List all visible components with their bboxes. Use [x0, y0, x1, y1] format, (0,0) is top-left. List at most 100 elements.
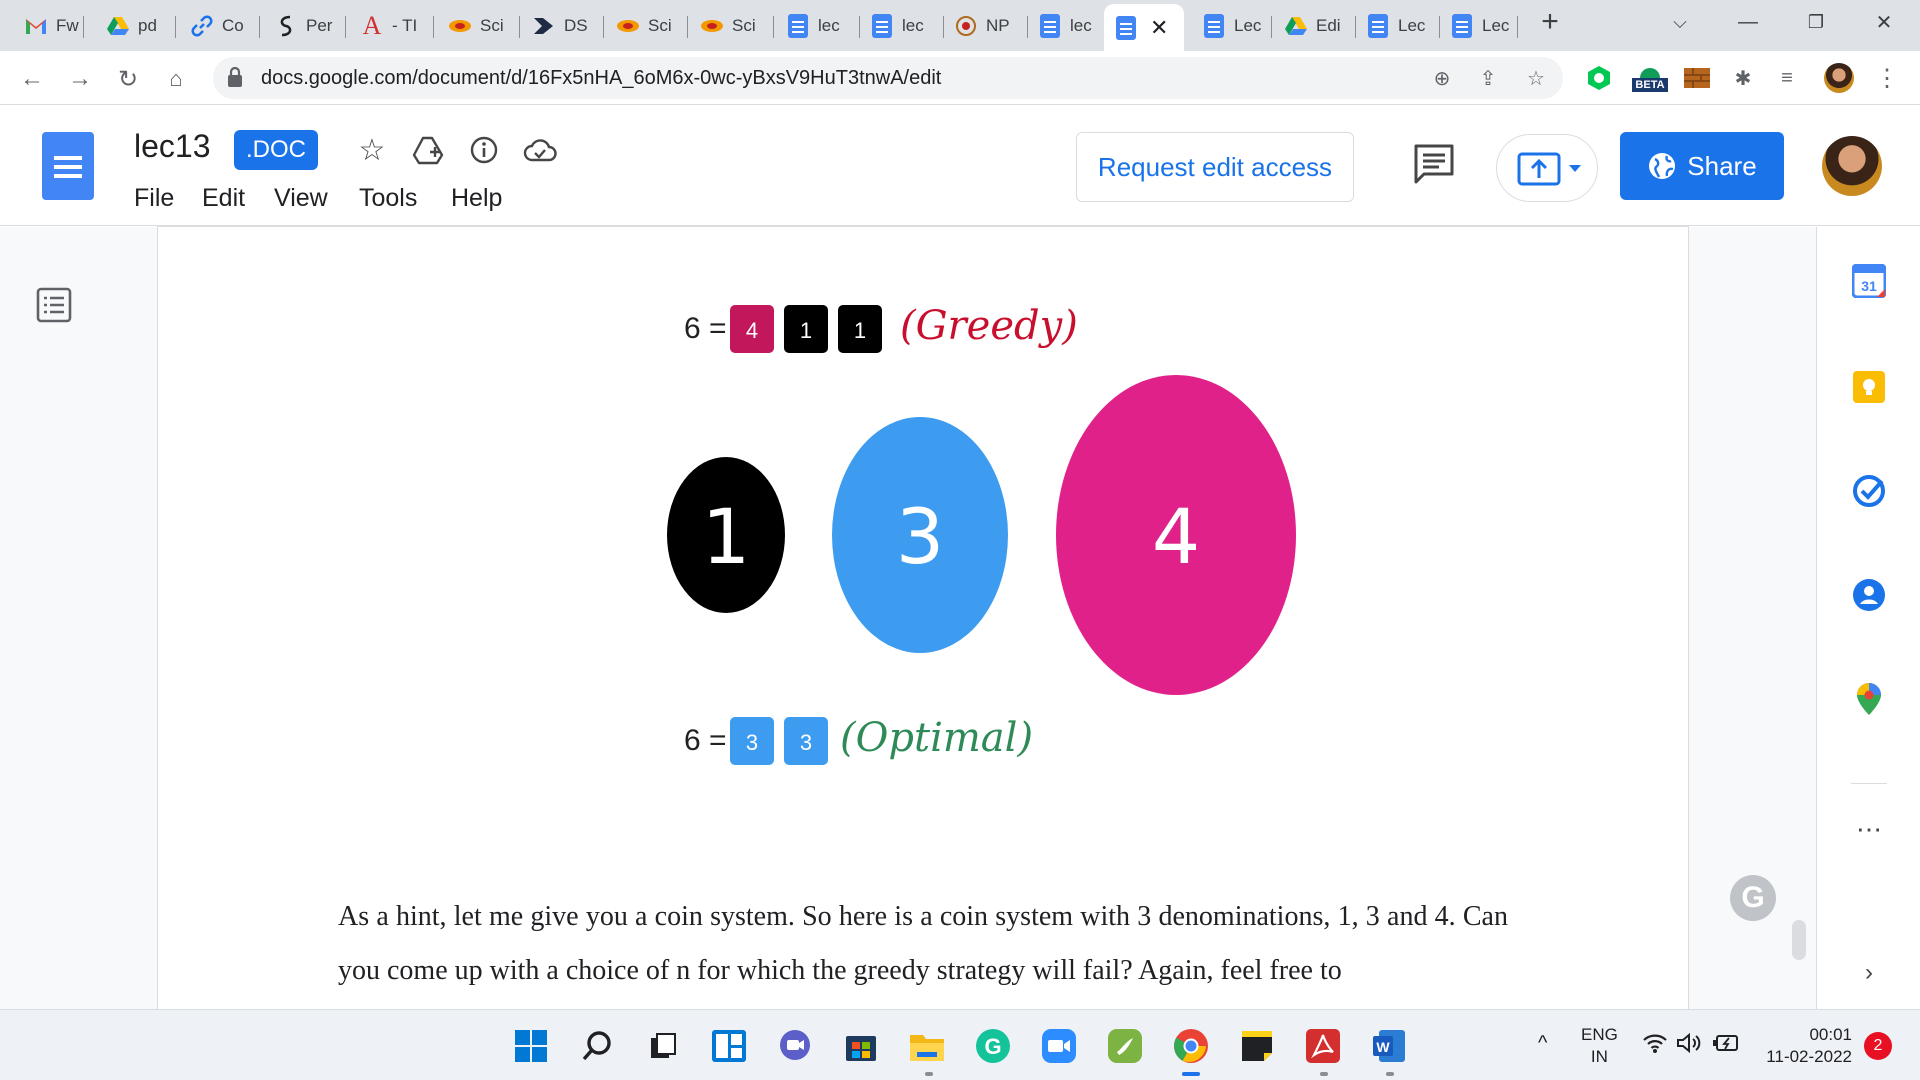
- teams-chat-icon[interactable]: [776, 1027, 814, 1065]
- minimize-button[interactable]: —: [1718, 0, 1778, 44]
- volume-icon[interactable]: [1676, 1032, 1702, 1059]
- document-outline-icon[interactable]: [36, 287, 72, 323]
- menu-tools[interactable]: Tools: [359, 184, 417, 213]
- file-type-badge: .DOC: [234, 130, 318, 170]
- browser-tab[interactable]: Lec: [1356, 6, 1440, 46]
- widgets-icon[interactable]: [710, 1027, 748, 1065]
- acrobat-reader-icon[interactable]: [1304, 1027, 1342, 1065]
- browser-tab[interactable]: DS: [522, 6, 604, 46]
- docs-logo-icon[interactable]: [42, 132, 94, 200]
- menu-help[interactable]: Help: [451, 184, 502, 213]
- menu-edit[interactable]: Edit: [202, 184, 245, 213]
- request-edit-access-button[interactable]: Request edit access: [1076, 132, 1354, 202]
- profile-avatar-small[interactable]: [1822, 61, 1856, 95]
- account-avatar[interactable]: [1822, 136, 1882, 196]
- new-tab-button[interactable]: +: [1520, 0, 1580, 44]
- browser-tab[interactable]: pd: [96, 6, 176, 46]
- browser-tab[interactable]: Per: [264, 6, 346, 46]
- expand-panel-chevron-icon[interactable]: ›: [1851, 955, 1887, 991]
- reload-button[interactable]: ↻: [110, 61, 146, 97]
- extensions-puzzle-icon[interactable]: ✱: [1726, 61, 1760, 95]
- vertical-scrollbar-thumb[interactable]: [1792, 920, 1806, 960]
- notification-badge[interactable]: 2: [1864, 1032, 1892, 1060]
- menu-view[interactable]: View: [274, 184, 328, 213]
- battery-icon[interactable]: [1712, 1034, 1740, 1057]
- extension-green-icon[interactable]: [1582, 61, 1616, 95]
- browser-tab[interactable]: Fw: [14, 6, 84, 46]
- side-panel: 31 ⋯ ›: [1816, 227, 1920, 1009]
- back-button[interactable]: ←: [14, 61, 50, 97]
- url-text: docs.google.com/document/d/16Fx5nHA_6oM6…: [261, 67, 942, 89]
- maps-icon[interactable]: [1851, 681, 1887, 717]
- forward-button[interactable]: →: [62, 61, 98, 97]
- document-title[interactable]: lec13: [134, 128, 211, 165]
- browser-tab[interactable]: Lec: [1192, 6, 1272, 46]
- home-button[interactable]: ⌂: [158, 61, 194, 97]
- extension-beta-icon[interactable]: BETA: [1628, 61, 1672, 95]
- browser-tab[interactable]: lec: [776, 6, 860, 46]
- tab-label: Co: [222, 16, 244, 35]
- share-button[interactable]: Share: [1620, 132, 1784, 200]
- input-language-indicator[interactable]: ENG IN: [1581, 1024, 1618, 1068]
- media-control-icon[interactable]: ≡: [1770, 61, 1804, 95]
- tab-label: Lec: [1398, 16, 1426, 35]
- contacts-icon[interactable]: [1851, 577, 1887, 613]
- tab-close-icon[interactable]: ✕: [1150, 15, 1168, 41]
- clock-time: 00:01: [1809, 1025, 1852, 1044]
- document-details-icon[interactable]: [464, 130, 504, 170]
- tab-label: lec: [902, 16, 924, 35]
- tasks-icon[interactable]: [1851, 473, 1887, 509]
- search-icon[interactable]: [578, 1027, 616, 1065]
- extension-brick-icon[interactable]: [1680, 61, 1714, 95]
- keep-icon[interactable]: [1851, 369, 1887, 405]
- tab-label: Sci: [648, 16, 672, 35]
- comment-history-icon[interactable]: [1412, 142, 1456, 186]
- move-to-drive-icon[interactable]: [408, 130, 448, 170]
- wifi-icon[interactable]: [1642, 1032, 1668, 1059]
- task-view-icon[interactable]: [644, 1027, 682, 1065]
- browser-tab[interactable]: Sci: [606, 6, 688, 46]
- browser-menu-icon[interactable]: ⋮: [1870, 61, 1904, 95]
- document-page: 6 = 4 1 1 (Greedy) 1 3 4 6 = 3 3 (Optima…: [158, 227, 1688, 1009]
- present-button[interactable]: [1496, 134, 1598, 202]
- sticky-notes-icon[interactable]: [1238, 1027, 1276, 1065]
- browser-tab[interactable]: lec: [860, 6, 944, 46]
- browser-tab-active[interactable]: ✕: [1104, 4, 1184, 51]
- tab-label: Lec: [1482, 16, 1510, 35]
- tab-search-chevron-icon[interactable]: ⌵: [1650, 0, 1710, 44]
- close-window-button[interactable]: ✕: [1854, 0, 1914, 44]
- browser-tab[interactable]: Sci: [438, 6, 520, 46]
- zoom-icon[interactable]: ⊕: [1429, 65, 1455, 91]
- grammarly-icon[interactable]: G: [1730, 875, 1776, 921]
- browser-tab[interactable]: Lec: [1440, 6, 1518, 46]
- menu-file[interactable]: File: [134, 184, 174, 213]
- omnibox[interactable]: docs.google.com/document/d/16Fx5nHA_6oM6…: [213, 57, 1563, 99]
- browser-tab[interactable]: Sci: [690, 6, 774, 46]
- zoom-app-icon[interactable]: [1040, 1027, 1078, 1065]
- browser-tab[interactable]: A - TI: [350, 6, 434, 46]
- calendar-icon[interactable]: 31: [1851, 263, 1887, 299]
- file-explorer-icon[interactable]: [908, 1027, 946, 1065]
- cloud-saved-icon[interactable]: [520, 130, 560, 170]
- restore-button[interactable]: ❐: [1786, 0, 1846, 44]
- browser-tab[interactable]: lec: [1028, 6, 1100, 46]
- grammarly-taskbar-icon[interactable]: G: [974, 1027, 1012, 1065]
- star-icon[interactable]: ☆: [352, 130, 392, 170]
- microsoft-store-icon[interactable]: [842, 1027, 880, 1065]
- more-addons-icon[interactable]: ⋯: [1851, 811, 1887, 847]
- windows-start-icon[interactable]: [512, 1027, 550, 1065]
- bookmark-star-icon[interactable]: ☆: [1523, 65, 1549, 91]
- browser-tab[interactable]: NP: [944, 6, 1028, 46]
- share-page-icon[interactable]: ⇪: [1475, 65, 1501, 91]
- coin-system-figure: 6 = 4 1 1 (Greedy) 1 3 4 6 = 3 3 (Optima…: [667, 303, 1296, 765]
- clock[interactable]: 00:01 11-02-2022: [1760, 1024, 1852, 1068]
- browser-tab[interactable]: Co: [180, 6, 260, 46]
- green-app-icon[interactable]: [1106, 1027, 1144, 1065]
- document-paragraph[interactable]: As a hint, let me give you a coin system…: [338, 890, 1508, 998]
- word-icon[interactable]: W: [1370, 1027, 1408, 1065]
- clock-date: 11-02-2022: [1766, 1047, 1852, 1066]
- browser-tab[interactable]: Edi: [1274, 6, 1356, 46]
- tab-label: - TI: [392, 16, 418, 35]
- chrome-icon[interactable]: [1172, 1027, 1210, 1065]
- tray-overflow-chevron-icon[interactable]: ^: [1538, 1032, 1547, 1055]
